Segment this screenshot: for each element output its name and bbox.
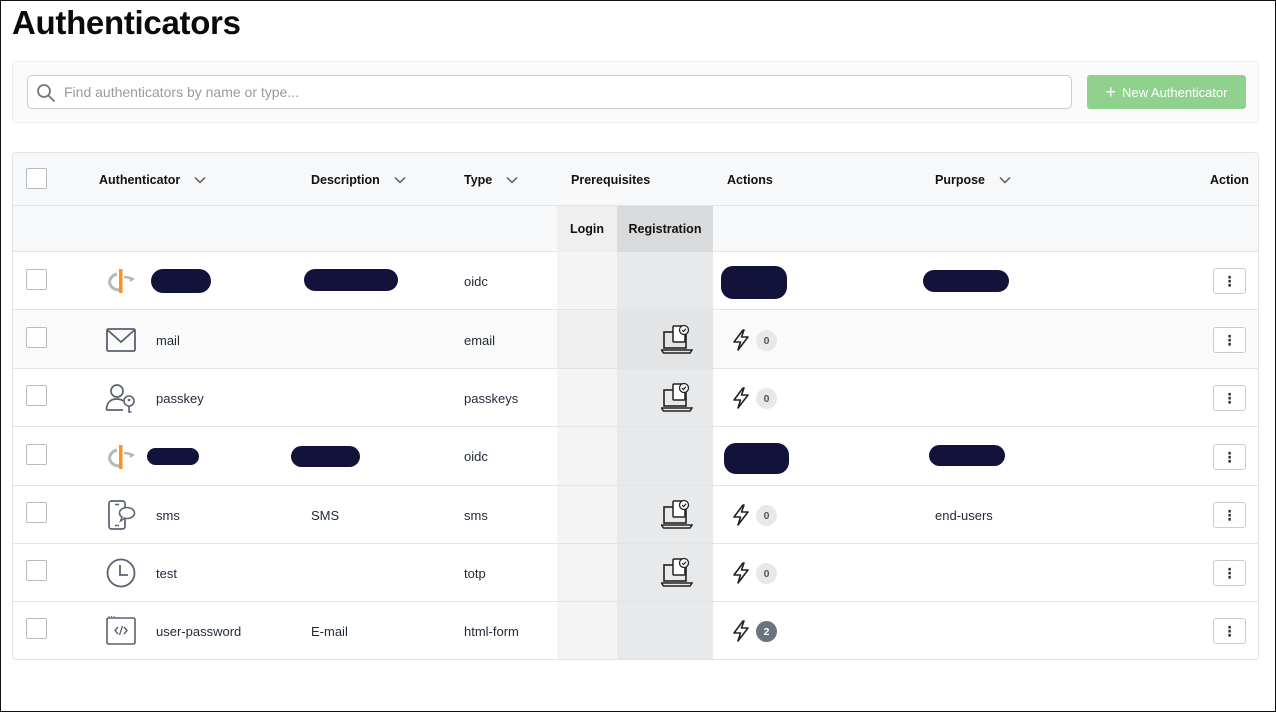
action-count-badge: 0 (756, 563, 777, 584)
subheader-registration: Registration (628, 222, 702, 236)
lightning-icon[interactable] (731, 620, 751, 642)
chevron-down-icon (394, 176, 406, 183)
name-cell: sms (156, 507, 180, 523)
plus-icon: + (1105, 82, 1116, 102)
name-cell: user-password (156, 623, 242, 639)
code-window-icon (105, 615, 137, 647)
name-cell: test (156, 565, 177, 581)
redacted-actions (724, 443, 789, 474)
header-prerequisites: Prerequisites (571, 172, 651, 187)
redacted-actions (721, 266, 787, 299)
description-cell: E-mail (311, 623, 348, 639)
search-box[interactable] (27, 75, 1072, 109)
table-row[interactable]: user-password E-mail html-form 2 ⋮ (13, 602, 1258, 659)
toolbar: + New Authenticator (12, 61, 1259, 123)
header-actions: Actions (727, 172, 773, 187)
chevron-down-icon (506, 176, 518, 183)
row-checkbox[interactable] (26, 502, 47, 523)
header-purpose[interactable]: Purpose (935, 153, 1011, 206)
search-input[interactable] (64, 76, 1064, 108)
row-menu-button[interactable]: ⋮ (1213, 618, 1246, 644)
redacted-description (291, 446, 360, 467)
table-row[interactable]: sms SMS sms 0 end-users ⋮ (13, 486, 1258, 544)
table-row[interactable]: passkey passkeys 0 ⋮ (13, 369, 1258, 427)
action-count-badge: 0 (756, 505, 777, 526)
chevron-down-icon (999, 176, 1011, 183)
row-checkbox[interactable] (26, 327, 47, 348)
authenticators-table: Authenticator Description Type Prerequis… (12, 152, 1259, 660)
row-menu-button[interactable]: ⋮ (1213, 268, 1246, 294)
table-row[interactable]: mail email 0 ⋮ (13, 311, 1258, 369)
clock-icon (105, 557, 137, 589)
name-cell: mail (156, 332, 180, 348)
action-count-badge: 2 (756, 621, 777, 642)
type-cell: html-form (464, 623, 519, 639)
subheader-login: Login (569, 222, 604, 236)
type-cell: oidc (464, 449, 488, 464)
new-authenticator-button[interactable]: + New Authenticator (1087, 75, 1246, 109)
row-checkbox[interactable] (26, 385, 47, 406)
new-authenticator-label: New Authenticator (1122, 84, 1228, 100)
row-checkbox[interactable] (26, 269, 47, 290)
top-edge-line (996, 0, 1276, 1)
header-description[interactable]: Description (311, 153, 406, 206)
laptop-check-icon (661, 324, 693, 354)
lightning-icon[interactable] (731, 329, 751, 351)
envelope-icon (105, 324, 137, 356)
header-authenticator[interactable]: Authenticator (99, 153, 206, 206)
redacted-purpose (923, 270, 1009, 292)
select-all-checkbox[interactable] (26, 168, 47, 189)
table-subheader: Login Registration (13, 206, 1258, 252)
user-key-icon (105, 382, 137, 414)
type-cell: email (464, 332, 496, 348)
laptop-check-icon (661, 557, 693, 587)
search-icon (37, 84, 55, 102)
action-count-badge: 0 (756, 388, 777, 409)
type-cell: sms (464, 507, 488, 523)
header-action: Action (1210, 172, 1249, 187)
laptop-check-icon (661, 382, 693, 412)
name-cell: passkey (156, 390, 204, 406)
action-count-badge: 0 (756, 330, 777, 351)
header-type[interactable]: Type (464, 153, 518, 206)
table-row[interactable]: oidc ⋮ (13, 252, 1258, 310)
page-title: Authenticators (12, 4, 241, 41)
redacted-description (304, 269, 398, 291)
row-menu-button[interactable]: ⋮ (1213, 385, 1246, 411)
lightning-icon[interactable] (731, 562, 751, 584)
purpose-cell: end-users (935, 507, 993, 523)
laptop-check-icon (661, 499, 693, 529)
lightning-icon[interactable] (731, 504, 751, 526)
row-checkbox[interactable] (26, 560, 47, 581)
openid-icon (105, 265, 137, 297)
row-checkbox[interactable] (26, 444, 47, 465)
row-menu-button[interactable]: ⋮ (1213, 560, 1246, 586)
redacted-purpose (929, 445, 1005, 466)
lightning-icon[interactable] (731, 387, 751, 409)
table-header: Authenticator Description Type Prerequis… (13, 153, 1258, 206)
type-cell: oidc (464, 273, 488, 289)
row-menu-button[interactable]: ⋮ (1213, 444, 1246, 470)
row-checkbox[interactable] (26, 618, 47, 639)
redacted-name (151, 269, 211, 293)
row-menu-button[interactable]: ⋮ (1213, 502, 1246, 528)
chevron-down-icon (194, 176, 206, 183)
type-cell: passkeys (464, 390, 519, 406)
description-cell: SMS (311, 507, 340, 523)
phone-chat-icon (105, 499, 137, 531)
row-menu-button[interactable]: ⋮ (1213, 327, 1246, 353)
type-cell: totp (464, 565, 486, 581)
table-row[interactable]: oidc ⋮ (13, 427, 1258, 486)
redacted-name (147, 448, 199, 465)
openid-icon (105, 441, 137, 473)
table-row[interactable]: test totp 0 ⋮ (13, 544, 1258, 602)
